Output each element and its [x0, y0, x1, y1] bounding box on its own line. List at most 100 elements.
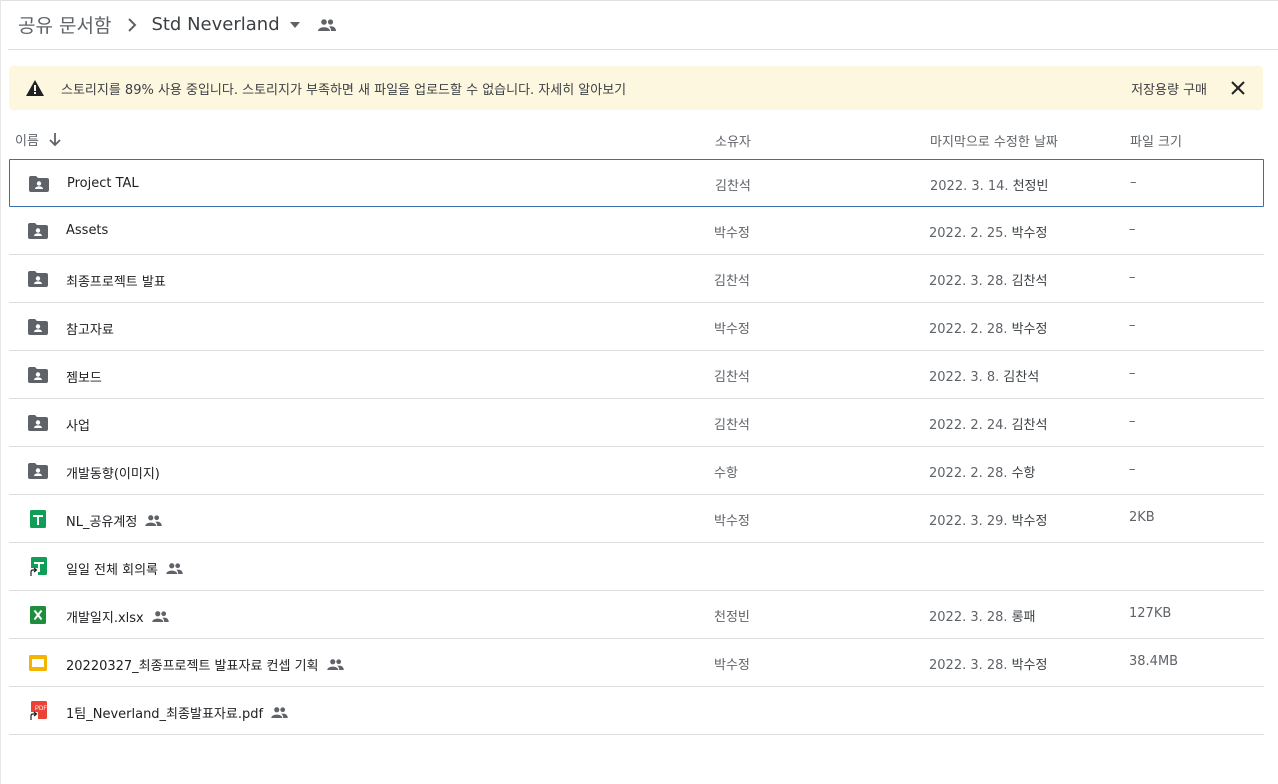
file-owner: 박수정 [714, 514, 750, 529]
file-modified: 2022. 3. 14. 천정빈 [930, 175, 1048, 194]
breadcrumb: 공유 문서함 Std Neverland [8, 0, 1278, 50]
file-name[interactable]: 일일 전체 회의록 [66, 559, 183, 578]
buy-storage-link[interactable]: 저장용량 구매 [1131, 79, 1207, 98]
breadcrumb-current-drive[interactable]: Std Neverland [151, 14, 279, 35]
shared-folder-icon [27, 460, 49, 482]
file-owner: 김찬석 [714, 370, 750, 385]
excel-icon [27, 604, 49, 626]
column-header-size[interactable]: 파일 크기 [1130, 131, 1182, 150]
file-name-text: 개발동향(이미지) [66, 467, 160, 482]
file-size: – [1129, 270, 1136, 285]
file-name-text: Project TAL [67, 176, 139, 191]
file-row[interactable]: 개발동향(이미지) 수항 2022. 2. 28. 수항 – [9, 447, 1264, 495]
shared-people-icon [271, 707, 288, 718]
file-name[interactable]: 20220327_최종프로젝트 발표자료 컨셉 기획 [66, 655, 344, 674]
file-row[interactable]: 사업 김찬석 2022. 2. 24. 김찬석 – [9, 399, 1264, 447]
file-modified-by: 롱패 [1011, 610, 1036, 625]
file-owner: 수항 [714, 466, 738, 481]
file-name[interactable]: Assets [66, 223, 108, 238]
file-modified: 2022. 3. 28. 김찬석 [929, 270, 1047, 289]
file-name-text: 일일 전체 회의록 [66, 563, 158, 578]
column-name-label: 이름 [15, 134, 39, 149]
file-size: – [1129, 462, 1136, 477]
shared-folder-icon [27, 220, 49, 242]
shared-people-icon [145, 515, 163, 526]
file-name[interactable]: 개발일지.xlsx [66, 607, 169, 626]
file-owner: 김찬석 [714, 418, 750, 433]
breadcrumb-shared-drives[interactable]: 공유 문서함 [18, 11, 111, 38]
column-header-row: 이름 소유자 마지막으로 수정한 날짜 파일 크기 [0, 124, 1278, 154]
file-size: – [1129, 414, 1136, 429]
file-modified-date: 2022. 3. 8. [929, 370, 1000, 385]
file-modified-by: 천정빈 [1012, 179, 1049, 194]
file-name[interactable]: 1팀_Neverland_최종발표자료.pdf [66, 703, 288, 722]
file-name-text: 1팀_Neverland_최종발표자료.pdf [66, 707, 264, 722]
file-name[interactable]: 젬보드 [66, 367, 102, 386]
file-modified-date: 2022. 2. 24. [929, 418, 1008, 433]
file-row[interactable]: NL_공유계정 박수정 2022. 3. 29. 박수정 2KB [9, 495, 1264, 543]
file-row[interactable]: 개발일지.xlsx 천정빈 2022. 3. 28. 롱패 127KB [9, 591, 1264, 639]
shared-people-icon [152, 611, 169, 622]
file-row[interactable]: 일일 전체 회의록 [9, 543, 1264, 591]
shared-people-icon [326, 659, 344, 670]
file-row[interactable]: 최종프로젝트 발표 김찬석 2022. 3. 28. 김찬석 – [9, 255, 1264, 303]
file-modified-date: 2022. 3. 28. [929, 274, 1008, 289]
file-name[interactable]: 참고자료 [66, 319, 114, 338]
file-size: 2KB [1129, 510, 1155, 525]
file-row[interactable]: 20220327_최종프로젝트 발표자료 컨셉 기획 박수정 2022. 3. 28… [9, 639, 1264, 687]
shared-folder-icon [27, 412, 49, 434]
shared-folder-icon [27, 268, 49, 290]
caret-down-icon[interactable] [289, 21, 300, 28]
file-modified-date: 2022. 2. 25. [929, 226, 1008, 241]
file-name-text: NL_공유계정 [66, 515, 138, 530]
file-name[interactable]: 최종프로젝트 발표 [66, 271, 166, 290]
file-name[interactable]: NL_공유계정 [66, 511, 163, 530]
manage-members-icon[interactable] [317, 18, 336, 31]
warning-icon [26, 80, 44, 96]
column-header-name[interactable]: 이름 [15, 130, 61, 149]
file-row[interactable]: Assets 박수정 2022. 2. 25. 박수정 – [9, 207, 1264, 255]
column-header-modified[interactable]: 마지막으로 수정한 날짜 [930, 131, 1058, 150]
file-owner: 박수정 [714, 226, 750, 241]
file-name-text: 젬보드 [66, 371, 102, 386]
file-name[interactable]: 개발동향(이미지) [66, 463, 160, 482]
file-modified-date: 2022. 2. 28. [929, 322, 1008, 337]
file-owner: 천정빈 [714, 610, 750, 625]
file-name[interactable]: 사업 [66, 415, 90, 434]
file-modified-date: 2022. 3. 28. [929, 658, 1008, 673]
close-icon[interactable] [1231, 81, 1245, 95]
file-row[interactable]: PDF 1팀_Neverland_최종발표자료.pdf [9, 687, 1264, 735]
file-modified-by: 김찬석 [1011, 418, 1048, 433]
file-row[interactable]: 참고자료 박수정 2022. 2. 28. 박수정 – [9, 303, 1264, 351]
sheets-shortcut-icon [27, 556, 49, 578]
file-modified-by: 수항 [1011, 466, 1036, 481]
file-modified: 2022. 3. 28. 롱패 [929, 606, 1035, 625]
file-modified-by: 박수정 [1011, 514, 1048, 529]
file-owner: 박수정 [714, 322, 750, 337]
file-modified-by: 김찬석 [1003, 370, 1040, 385]
file-modified-by: 박수정 [1011, 658, 1048, 673]
file-modified: 2022. 3. 8. 김찬석 [929, 366, 1039, 385]
file-size: 38.4MB [1129, 654, 1179, 669]
column-header-owner[interactable]: 소유자 [715, 131, 751, 150]
sort-arrow-down-icon[interactable] [49, 132, 61, 147]
shared-folder-icon [27, 364, 49, 386]
file-size: – [1129, 366, 1136, 381]
shared-folder-icon [27, 316, 49, 338]
file-modified [929, 558, 933, 573]
slides-icon [27, 652, 49, 674]
file-owner: 박수정 [714, 658, 750, 673]
storage-warning-banner: 스토리지를 89% 사용 중입니다. 스토리지가 부족하면 새 파일을 업로드할… [9, 66, 1263, 110]
file-modified-date: 2022. 3. 28. [929, 610, 1008, 625]
pdf-shortcut-icon: PDF [27, 700, 49, 722]
file-modified-by: 박수정 [1011, 322, 1048, 337]
file-name-text: 참고자료 [66, 323, 114, 338]
file-modified-by: 박수정 [1011, 226, 1048, 241]
file-modified: 2022. 2. 24. 김찬석 [929, 414, 1047, 433]
file-row[interactable]: Project TAL 김찬석 2022. 3. 14. 천정빈 – [9, 159, 1264, 207]
svg-text:PDF: PDF [35, 706, 47, 712]
file-name-text: 개발일지.xlsx [66, 611, 144, 626]
file-name[interactable]: Project TAL [67, 176, 139, 191]
file-modified: 2022. 2. 28. 수항 [929, 462, 1035, 481]
file-row[interactable]: 젬보드 김찬석 2022. 3. 8. 김찬석 – [9, 351, 1264, 399]
